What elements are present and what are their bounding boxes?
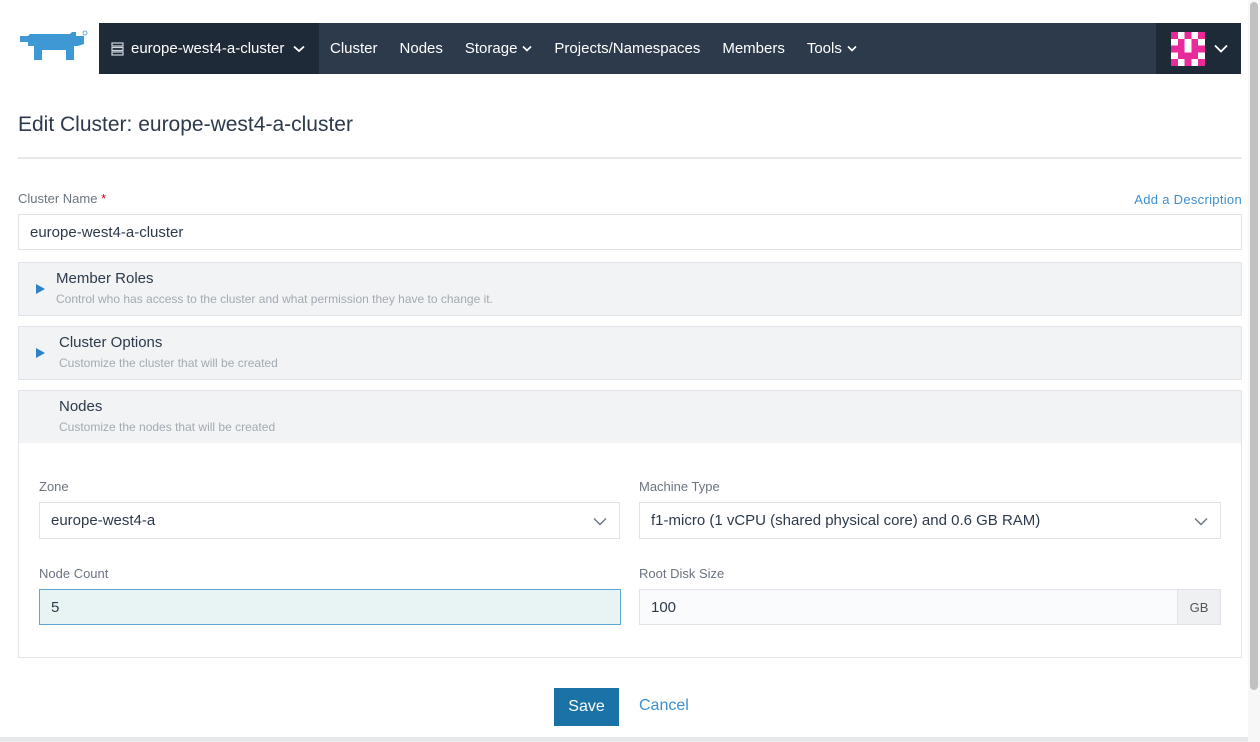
machine-type-select[interactable]: f1-micro (1 vCPU (shared physical core) … (639, 502, 1221, 539)
root-disk-unit-addon: GB (1177, 589, 1221, 625)
nav-item-label: Members (722, 40, 785, 57)
accordion-member-roles[interactable]: Member Roles Control who has access to t… (18, 262, 1242, 316)
accordion-nodes[interactable]: Nodes Customize the nodes that will be c… (18, 390, 1242, 444)
nav-item-nodes[interactable]: Nodes (389, 23, 454, 74)
rancher-logo-icon[interactable] (18, 30, 88, 66)
page-title: Edit Cluster: europe-west4-a-cluster (18, 113, 353, 136)
root-disk-size-value: 100 (651, 598, 677, 616)
nav-item-label: Storage (464, 40, 518, 57)
scrollbar-thumb[interactable] (1250, 2, 1258, 690)
nav-item-label: Nodes (399, 40, 443, 57)
nav-item-members[interactable]: Members (711, 23, 796, 74)
nav-item-label: Cluster (330, 40, 378, 57)
add-description-link[interactable]: Add a Description (1134, 192, 1242, 207)
nav-item-storage[interactable]: Storage (454, 23, 544, 74)
root-disk-size-label: Root Disk Size (639, 566, 725, 581)
chevron-down-icon (847, 45, 857, 52)
bottom-edge (0, 737, 1248, 742)
accordion-title: Member Roles (56, 270, 154, 287)
expand-triangle-icon (36, 284, 45, 294)
nav-item-cluster[interactable]: Cluster (319, 23, 389, 74)
chevron-down-icon (293, 45, 306, 52)
zone-select[interactable]: europe-west4-a (39, 502, 620, 539)
accordion-subtitle: Customize the nodes that will be created (59, 420, 276, 434)
expand-triangle-icon (36, 348, 45, 358)
accordion-subtitle: Control who has access to the cluster an… (56, 292, 493, 306)
top-navigation-bar: europe-west4-a-cluster Cluster Nodes Sto… (99, 23, 1241, 74)
cluster-name-label: Cluster Name * (18, 191, 106, 206)
cluster-switcher[interactable]: europe-west4-a-cluster (99, 23, 319, 74)
cancel-button[interactable]: Cancel (639, 697, 689, 715)
cluster-name-value: europe-west4-a-cluster (30, 223, 184, 241)
required-marker: * (101, 191, 107, 206)
avatar-icon (1171, 31, 1205, 66)
zone-selected-value: europe-west4-a (51, 512, 156, 529)
machine-type-selected-value: f1-micro (1 vCPU (shared physical core) … (651, 512, 1041, 529)
nav-item-tools[interactable]: Tools (796, 23, 868, 74)
node-count-value: 5 (51, 598, 60, 616)
accordion-subtitle: Customize the cluster that will be creat… (59, 356, 278, 370)
title-divider (18, 157, 1242, 159)
node-count-input[interactable]: 5 (39, 589, 621, 625)
accordion-cluster-options[interactable]: Cluster Options Customize the cluster th… (18, 326, 1242, 380)
vertical-scrollbar[interactable] (1248, 0, 1260, 742)
nav-item-label: Projects/Namespaces (554, 40, 701, 57)
nav-item-projects-namespaces[interactable]: Projects/Namespaces (543, 23, 711, 74)
chevron-down-icon (1214, 44, 1228, 53)
nav-item-label: Tools (806, 40, 842, 57)
user-menu[interactable] (1156, 23, 1241, 74)
machine-type-label: Machine Type (639, 479, 720, 494)
nodes-section-body (18, 443, 1242, 658)
cluster-name-label-text: Cluster Name (18, 191, 98, 206)
root-disk-size-input[interactable]: 100 (639, 589, 1178, 625)
chevron-down-icon (522, 45, 532, 52)
accordion-title: Cluster Options (59, 334, 163, 351)
chevron-down-icon (593, 518, 607, 526)
cluster-name-input[interactable]: europe-west4-a-cluster (18, 214, 1242, 250)
save-button[interactable]: Save (554, 688, 619, 726)
zone-label: Zone (39, 479, 69, 494)
accordion-title: Nodes (59, 398, 103, 415)
cluster-switcher-label: europe-west4-a-cluster (131, 40, 285, 57)
server-icon (111, 41, 124, 56)
node-count-label: Node Count (39, 566, 109, 581)
chevron-down-icon (1194, 518, 1208, 526)
